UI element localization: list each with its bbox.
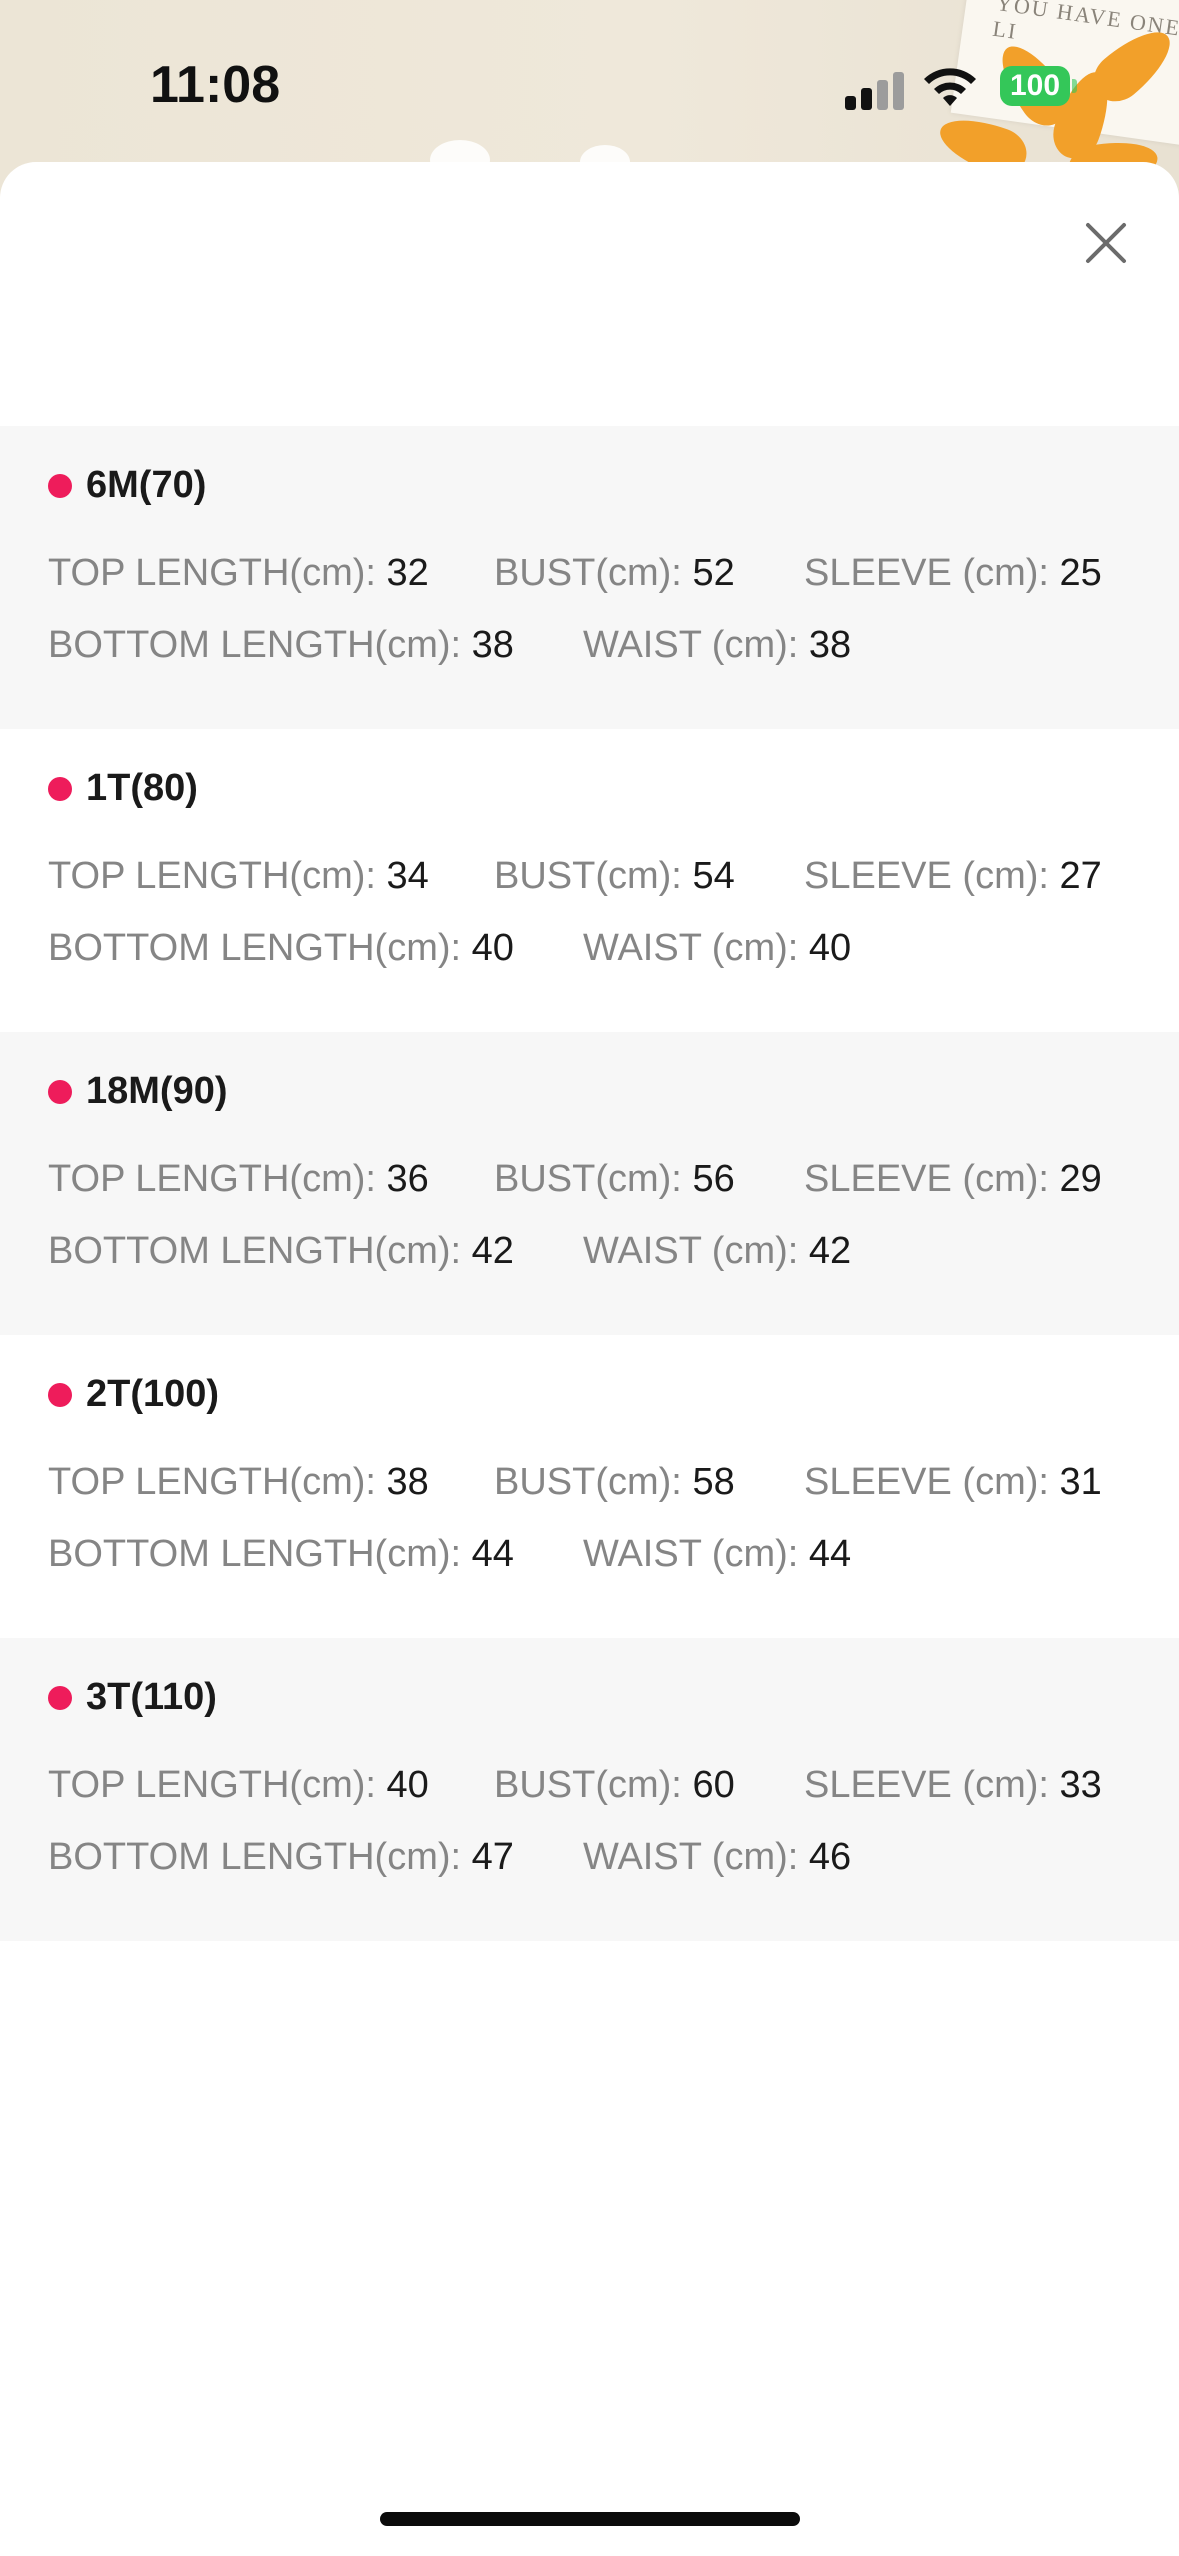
bust-measure: BUST(cm): 60 (494, 1764, 735, 1806)
bottom-length-measure: BOTTOM LENGTH(cm): 47 (48, 1836, 514, 1878)
bust-measure: BUST(cm): 54 (494, 855, 735, 897)
bottom-length-measure: BOTTOM LENGTH(cm): 40 (48, 927, 514, 969)
battery-icon: 100 (1000, 66, 1070, 106)
bullet-dot (48, 1079, 72, 1104)
size-title: 1T(80) (48, 767, 198, 810)
bottom-length-measure: BOTTOM LENGTH(cm): 44 (48, 1533, 514, 1575)
sleeve-measure: SLEEVE (cm): 31 (804, 1461, 1102, 1503)
top-length-measure: TOP LENGTH(cm): 40 (48, 1764, 429, 1806)
size-title: 6M(70) (48, 464, 206, 507)
bottom-length-measure: BOTTOM LENGTH(cm): 38 (48, 624, 514, 666)
size-block: 2T(100) TOP LENGTH(cm): 38 BUST(cm): 58 … (0, 1335, 1179, 1638)
size-list: 6M(70) TOP LENGTH(cm): 32 BUST(cm): 52 S… (0, 426, 1179, 1941)
bullet-dot (48, 776, 72, 801)
top-length-measure: TOP LENGTH(cm): 36 (48, 1158, 429, 1200)
sleeve-measure: SLEEVE (cm): 33 (804, 1764, 1102, 1806)
bullet-dot (48, 473, 72, 498)
bust-measure: BUST(cm): 58 (494, 1461, 735, 1503)
sleeve-measure: SLEEVE (cm): 27 (804, 855, 1102, 897)
size-name: 18M(90) (86, 1070, 228, 1112)
bullet-dot (48, 1685, 72, 1710)
waist-measure: WAIST (cm): 46 (583, 1836, 852, 1878)
sleeve-measure: SLEEVE (cm): 25 (804, 552, 1102, 594)
top-length-measure: TOP LENGTH(cm): 38 (48, 1461, 429, 1503)
size-name: 1T(80) (86, 767, 198, 809)
bust-measure: BUST(cm): 52 (494, 552, 735, 594)
waist-measure: WAIST (cm): 44 (583, 1533, 852, 1575)
status-time: 11:08 (150, 56, 281, 114)
waist-measure: WAIST (cm): 42 (583, 1230, 852, 1272)
top-length-measure: TOP LENGTH(cm): 32 (48, 552, 429, 594)
sleeve-measure: SLEEVE (cm): 29 (804, 1158, 1102, 1200)
size-title: 18M(90) (48, 1070, 228, 1113)
home-indicator[interactable] (380, 2512, 800, 2526)
bust-measure: BUST(cm): 56 (494, 1158, 735, 1200)
size-block: 18M(90) TOP LENGTH(cm): 36 BUST(cm): 56 … (0, 1032, 1179, 1335)
size-title: 2T(100) (48, 1373, 219, 1416)
size-block: 6M(70) TOP LENGTH(cm): 32 BUST(cm): 52 S… (0, 426, 1179, 729)
battery-nub (1072, 79, 1077, 93)
size-chart-sheet: 6M(70) TOP LENGTH(cm): 32 BUST(cm): 52 S… (0, 162, 1179, 2556)
size-name: 6M(70) (86, 464, 207, 506)
top-length-measure: TOP LENGTH(cm): 34 (48, 855, 429, 897)
close-icon[interactable] (1070, 207, 1142, 279)
size-title: 3T(110) (48, 1676, 217, 1719)
bullet-dot (48, 1382, 72, 1407)
size-name: 3T(110) (86, 1676, 217, 1718)
bottom-length-measure: BOTTOM LENGTH(cm): 42 (48, 1230, 514, 1272)
cellular-signal-icon (845, 70, 905, 110)
size-block: 3T(110) TOP LENGTH(cm): 40 BUST(cm): 60 … (0, 1638, 1179, 1941)
size-name: 2T(100) (86, 1373, 220, 1415)
size-block: 1T(80) TOP LENGTH(cm): 34 BUST(cm): 54 S… (0, 729, 1179, 1032)
waist-measure: WAIST (cm): 40 (583, 927, 852, 969)
waist-measure: WAIST (cm): 38 (583, 624, 852, 666)
wifi-icon (924, 68, 976, 106)
